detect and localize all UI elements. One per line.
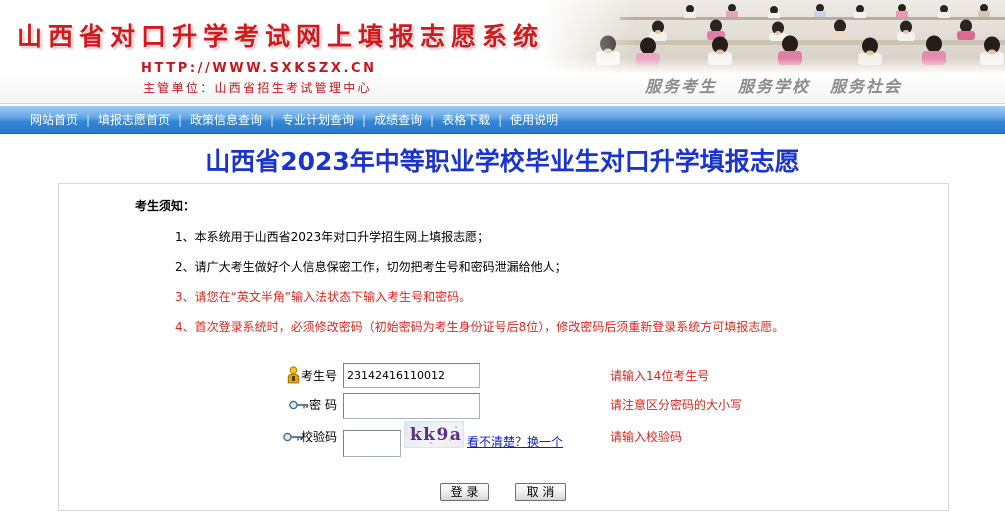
captcha-hint: 请输入校验码 bbox=[610, 430, 683, 444]
nav-home[interactable]: 网站首页 bbox=[30, 111, 78, 128]
exam-id-hint: 请输入14位考生号 bbox=[610, 369, 710, 383]
notice-item: 1、本系统用于山西省2023年对口升学招生网上填报志愿； bbox=[175, 230, 490, 244]
slogan-serve-students: 服务考生 bbox=[645, 77, 718, 96]
notice-item-warning: 3、请您在“英文半角”输入法状态下输入考生号和密码。 bbox=[175, 290, 472, 304]
exam-id-input[interactable] bbox=[343, 363, 480, 388]
nav-separator: | bbox=[430, 112, 435, 127]
captcha-code: kk9a bbox=[410, 425, 463, 445]
slogan-serve-society: 服务社会 bbox=[830, 77, 903, 96]
nav-separator: | bbox=[85, 112, 91, 127]
nav-user-guide[interactable]: 使用说明 bbox=[510, 111, 558, 128]
nav-score-query[interactable]: 成绩查询 bbox=[374, 111, 422, 128]
site-url: HTTP://WWW.SXKSZX.CN bbox=[141, 61, 377, 76]
notice-item-warning: 4、首次登录系统时，必须修改密码（初始密码为考生身份证号后8位），修改密码后须重… bbox=[175, 320, 785, 334]
exam-id-label: 考生号 bbox=[300, 369, 337, 383]
nav-form-download[interactable]: 表格下载 bbox=[442, 111, 490, 128]
banner-photo bbox=[540, 0, 1005, 74]
password-hint: 请注意区分密码的大小写 bbox=[610, 398, 743, 412]
captcha-refresh-link[interactable]: 看不清楚？换一个 bbox=[467, 435, 563, 449]
site-title: 山西省对口升学考试网上填报志愿系统 bbox=[17, 22, 545, 51]
captcha-image[interactable]: kk9a bbox=[404, 421, 464, 448]
nav-major-plan-query[interactable]: 专业计划查询 bbox=[282, 111, 354, 128]
nav-separator: | bbox=[498, 112, 503, 127]
notice-item: 2、请广大考生做好个人信息保密工作，切勿把考生号和密码泄漏给他人； bbox=[175, 260, 567, 274]
password-label: 密 码 bbox=[309, 398, 337, 412]
cancel-button[interactable]: 取 消 bbox=[515, 483, 566, 501]
key-icon bbox=[289, 400, 308, 410]
nav-separator: | bbox=[362, 112, 367, 127]
user-icon bbox=[287, 366, 300, 384]
captcha-input[interactable] bbox=[343, 430, 401, 457]
nav-separator: | bbox=[178, 112, 183, 127]
captcha-label: 校验码 bbox=[300, 430, 337, 444]
nav-items: 网站首页 | 填报志愿首页 | 政策信息查询 | 专业计划查询 | 成绩查询 |… bbox=[30, 106, 558, 133]
password-input[interactable] bbox=[343, 393, 480, 419]
nav-policy-query[interactable]: 政策信息查询 bbox=[190, 111, 262, 128]
page-title: 山西省2023年中等职业学校毕业生对口升学填报志愿 bbox=[205, 147, 800, 176]
main-nav: 网站首页 | 填报志愿首页 | 政策信息查询 | 专业计划查询 | 成绩查询 |… bbox=[0, 106, 1005, 134]
nav-application-home[interactable]: 填报志愿首页 bbox=[98, 111, 170, 128]
slogan-serve-schools: 服务学校 bbox=[738, 77, 811, 96]
nav-separator: | bbox=[270, 112, 275, 127]
site-header: 山西省对口升学考试网上填报志愿系统 HTTP://WWW.SXKSZX.CN 主… bbox=[0, 0, 1005, 104]
site-authority: 主管单位：山西省招生考试管理中心 bbox=[143, 81, 372, 95]
notice-heading: 考生须知： bbox=[135, 199, 196, 213]
login-button[interactable]: 登 录 bbox=[440, 483, 489, 501]
